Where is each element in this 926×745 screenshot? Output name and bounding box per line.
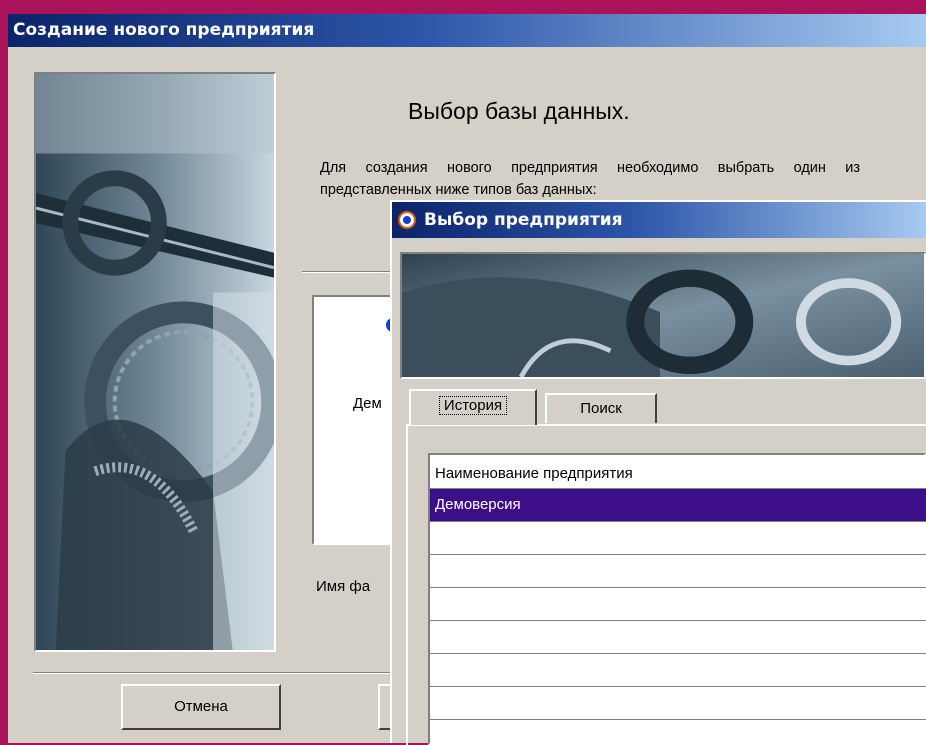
- tab-bar: История Поиск: [400, 383, 926, 433]
- page-heading: Выбор базы данных.: [408, 98, 630, 124]
- table-row[interactable]: [430, 687, 926, 720]
- table-row[interactable]: [430, 621, 926, 654]
- list-item[interactable]: Дем: [353, 395, 382, 412]
- tab-label: История: [438, 396, 508, 415]
- filename-label: Имя фа: [316, 578, 371, 595]
- column-header[interactable]: Наименование предприятия: [430, 455, 926, 489]
- instruction-text: Для создания нового предприятия необходи…: [320, 160, 860, 198]
- table-row[interactable]: [430, 555, 926, 588]
- tab-search[interactable]: Поиск: [545, 393, 657, 423]
- table-row[interactable]: Демоверсия: [430, 489, 926, 522]
- cancel-button[interactable]: Отмена: [121, 684, 281, 730]
- app-icon: [398, 211, 416, 229]
- table-row[interactable]: [430, 588, 926, 621]
- tab-history[interactable]: История: [409, 389, 537, 425]
- select-enterprise-dialog: Выбор предприятия История Поиск Наименов…: [390, 200, 926, 745]
- industrial-image: [34, 72, 276, 652]
- window-title-bar: Создание нового предприятия: [8, 14, 926, 47]
- table-row[interactable]: [430, 654, 926, 687]
- dialog-title-bar: Выбор предприятия: [392, 202, 926, 238]
- table-row[interactable]: [430, 522, 926, 555]
- banner-image: [400, 252, 926, 379]
- enterprise-grid[interactable]: Наименование предприятия Демоверсия: [428, 453, 926, 745]
